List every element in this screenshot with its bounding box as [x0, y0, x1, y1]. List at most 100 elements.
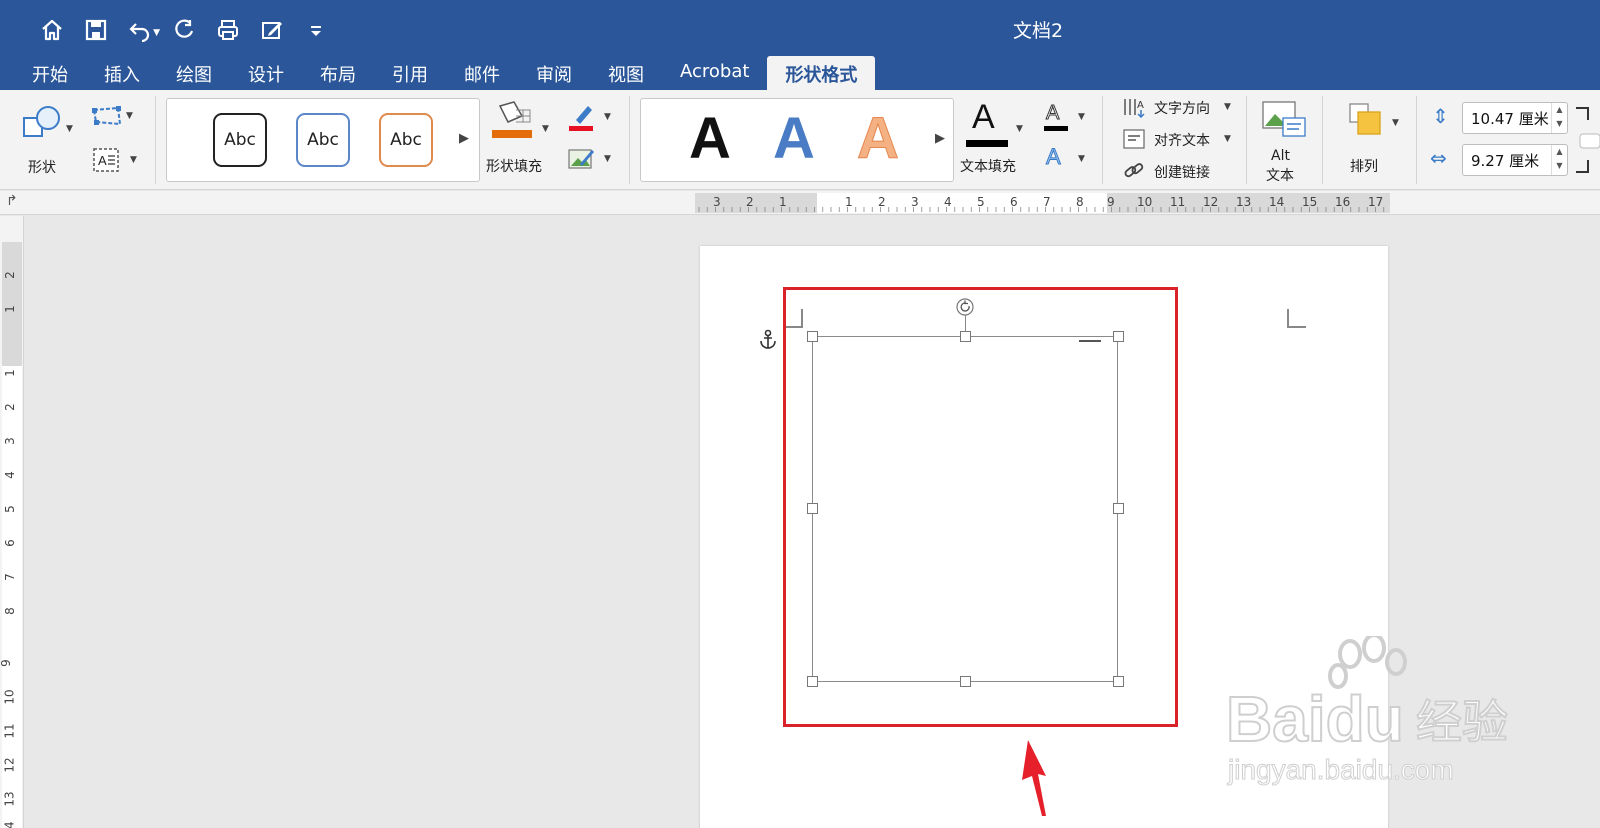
ruler-number: 3 [2, 437, 17, 445]
width-stepper[interactable]: ▲ ▼ [1551, 145, 1567, 175]
tab-acrobat[interactable]: Acrobat [662, 56, 767, 90]
width-input[interactable]: 9.27 厘米 ▲ ▼ [1462, 144, 1568, 176]
document-title: 文档2 [1012, 20, 1064, 42]
resize-handle-e[interactable] [1113, 503, 1124, 514]
shape-outline-caret-icon[interactable]: ▼ [604, 112, 611, 122]
text-effects-button[interactable]: A ▼ [1040, 144, 1090, 176]
ribbon-tabs: 开始 插入 绘图 设计 布局 引用 邮件 审阅 视图 Acrobat 形状格式 [14, 56, 876, 90]
ruler-number: 6 [2, 539, 17, 547]
text-box-caret-icon[interactable]: ▼ [130, 155, 137, 165]
text-box-button[interactable]: A ▼ [90, 146, 140, 174]
tab-home[interactable]: 开始 [14, 56, 86, 90]
wordart-more-icon[interactable]: ▶ [935, 131, 945, 146]
height-input[interactable]: 10.47 厘米 ▲ ▼ [1462, 102, 1568, 134]
tab-draw[interactable]: 绘图 [158, 56, 230, 90]
create-link-button[interactable]: 创建链接 [1122, 160, 1242, 186]
arrange-button[interactable]: ▼ 排列 [1340, 98, 1402, 182]
text-fill-button[interactable]: A ▼ 文本填充 [960, 98, 1026, 182]
text-fill-caret-icon[interactable]: ▼ [1016, 124, 1023, 134]
ribbon-separator [155, 96, 156, 184]
resize-handle-nw[interactable] [807, 331, 818, 342]
ruler-number: 14 [1269, 195, 1285, 209]
ruler-number: 13 [2, 791, 17, 807]
text-outline-caret-icon[interactable]: ▼ [1078, 112, 1085, 122]
ruler-number: 4 [944, 195, 952, 209]
tab-references[interactable]: 引用 [374, 56, 446, 90]
link-icon [1124, 163, 1144, 178]
resize-handle-s[interactable] [960, 676, 971, 687]
ruler-number: 8 [2, 607, 17, 615]
alt-text-label-2: 文本 [1266, 168, 1294, 184]
shape-style-blue[interactable]: Abc [296, 113, 350, 167]
rotate-handle-icon[interactable] [955, 297, 975, 317]
text-effects-caret-icon[interactable]: ▼ [1078, 154, 1085, 164]
ruler-number: 9 [1107, 195, 1115, 209]
height-stepper[interactable]: ▲ ▼ [1551, 103, 1567, 133]
alt-text-icon [1262, 101, 1306, 137]
tab-mailings[interactable]: 邮件 [446, 56, 518, 90]
ruler-number: 11 [1170, 195, 1186, 209]
ribbon-separator [1246, 96, 1247, 184]
shape-effects-caret-icon[interactable]: ▼ [604, 154, 611, 164]
edit-points-icon [92, 106, 122, 126]
ruler-number: 1 [845, 195, 853, 209]
text-direction-caret-icon[interactable]: ▼ [1224, 102, 1231, 112]
tab-stop-icon[interactable]: ↱ [6, 193, 18, 209]
shape-outline-button[interactable]: ▼ [566, 102, 616, 134]
edit-shape-button[interactable]: ▼ [90, 104, 134, 130]
shapes-caret-icon[interactable]: ▼ [66, 124, 73, 134]
shape-fill-button[interactable]: ▼ 形状填充 [486, 98, 556, 182]
ruler-number: 12 [1203, 195, 1219, 209]
resize-handle-n[interactable] [960, 331, 971, 342]
wordart-blue[interactable]: A [773, 105, 815, 172]
ruler-number: 1 [2, 305, 17, 313]
shape-style-black[interactable]: Abc [213, 113, 267, 167]
size-dialog-icon[interactable] [1574, 100, 1600, 180]
ribbon-separator [629, 96, 630, 184]
gallery-more-icon[interactable]: ▶ [459, 131, 469, 146]
text-outline-button[interactable]: A ▼ [1040, 102, 1090, 136]
resize-handle-se[interactable] [1113, 676, 1124, 687]
align-text-label: 对齐文本 [1154, 133, 1210, 149]
tab-layout[interactable]: 布局 [302, 56, 374, 90]
ruler-number: 1 [2, 369, 17, 377]
anchor-icon[interactable] [757, 329, 779, 351]
resize-handle-ne[interactable] [1113, 331, 1124, 342]
alt-text-button[interactable]: Alt 文本 [1256, 98, 1312, 184]
text-direction-button[interactable]: A 文字方向 ▼ [1122, 96, 1242, 122]
text-cursor-line [1079, 340, 1101, 342]
shape-fill-caret-icon[interactable]: ▼ [542, 124, 549, 134]
ruler-number: 16 [1335, 195, 1351, 209]
width-icon: ⇔ [1430, 146, 1447, 170]
text-fill-color-bar [966, 140, 1008, 147]
svg-text:A: A [1137, 100, 1144, 111]
shape-effects-button[interactable]: ▼ [566, 144, 616, 176]
wordart-orange[interactable]: A [857, 105, 900, 172]
selected-shape[interactable] [812, 336, 1118, 682]
shapes-label: 形状 [28, 160, 56, 176]
ruler-number: 6 [1010, 195, 1018, 209]
shapes-button[interactable]: ▼ 形状 [16, 100, 76, 180]
height-value: 10.47 厘米 [1471, 110, 1549, 128]
ruler-number: 3 [713, 195, 721, 209]
tab-insert[interactable]: 插入 [86, 56, 158, 90]
arrange-caret-icon[interactable]: ▼ [1392, 118, 1399, 128]
arrange-label: 排列 [1350, 159, 1378, 175]
resize-handle-w[interactable] [807, 503, 818, 514]
tab-design[interactable]: 设计 [230, 56, 302, 90]
text-effects-icon: A [1046, 144, 1062, 170]
align-text-button[interactable]: 对齐文本 ▼ [1122, 128, 1242, 154]
text-fill-label: 文本填充 [960, 159, 1016, 175]
wordart-black[interactable]: A [689, 105, 731, 172]
ribbon: ▼ 形状 ▼ A ▼ Abc Abc Abc ▶ ▼ 形状填充 ▼ ▼ A A … [0, 90, 1600, 190]
resize-handle-sw[interactable] [807, 676, 818, 687]
shape-style-orange[interactable]: Abc [379, 113, 433, 167]
tab-view[interactable]: 视图 [590, 56, 662, 90]
tab-review[interactable]: 审阅 [518, 56, 590, 90]
tab-shape-format[interactable]: 形状格式 [767, 56, 876, 90]
ruler-number: 10 [1137, 195, 1153, 209]
align-text-caret-icon[interactable]: ▼ [1224, 134, 1231, 144]
wordart-gallery: A A A ▶ [640, 98, 954, 182]
edit-shape-caret-icon[interactable]: ▼ [126, 111, 133, 121]
create-link-label: 创建链接 [1154, 165, 1210, 181]
